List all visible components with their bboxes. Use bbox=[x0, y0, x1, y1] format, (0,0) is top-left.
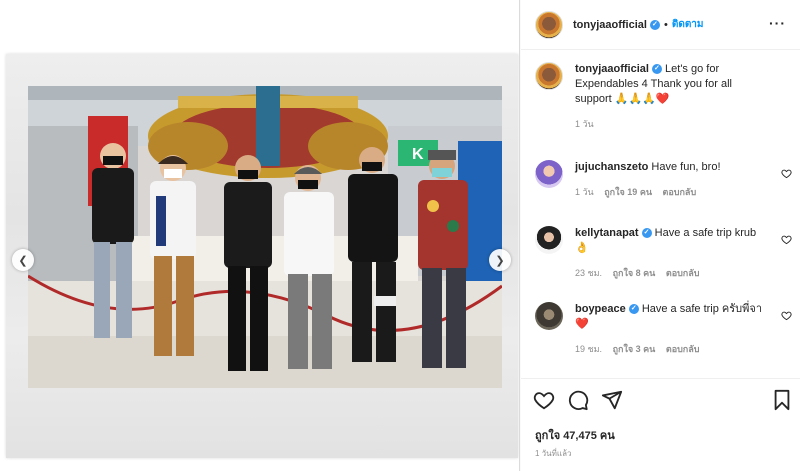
caption: tonyjaaofficial ✓ Let's go for Expendable… bbox=[521, 62, 800, 160]
comment-meta: 19 ชม. ถูกใจ 3 คน ตอบกลับ bbox=[575, 342, 765, 357]
heart-icon[interactable] bbox=[533, 389, 555, 411]
more-options-icon[interactable]: ··· bbox=[769, 15, 786, 31]
comment-time[interactable]: 23 ชม. bbox=[575, 268, 602, 278]
svg-text:K: K bbox=[412, 146, 424, 163]
comment-body: boypeace ✓ Have a safe trip ครับพี่จา ❤️ … bbox=[575, 302, 765, 372]
chevron-right-icon: ❯ bbox=[495, 254, 505, 267]
commenter-avatar[interactable] bbox=[535, 302, 563, 330]
comment-message: Have fun, bro! bbox=[651, 161, 721, 173]
group-photo-illustration: K bbox=[28, 86, 502, 388]
comment-like-heart-icon[interactable] bbox=[781, 168, 792, 179]
comment-body: jujuchanszeto Have fun, bro! 1 วัน ถูกใจ… bbox=[575, 160, 765, 226]
comment-likes[interactable]: ถูกใจ 3 คน bbox=[613, 344, 656, 354]
post-header: tonyjaaofficial ✓ • ติดตาม ··· bbox=[521, 0, 800, 50]
send-icon[interactable] bbox=[601, 389, 623, 411]
comment-body: kellytanapat ✓ Have a safe trip krub 👌 23… bbox=[575, 226, 765, 302]
comment-likes[interactable]: ถูกใจ 8 คน bbox=[613, 268, 656, 278]
polaroid-frame: K bbox=[6, 54, 518, 458]
comment-item: jujuchanszeto Have fun, bro! 1 วัน ถูกใจ… bbox=[521, 160, 800, 226]
reply-button[interactable]: ตอบกลับ bbox=[666, 344, 700, 354]
comment-text: boypeace ✓ Have a safe trip ครับพี่จา ❤️ bbox=[575, 302, 765, 332]
author-username[interactable]: tonyjaaofficial bbox=[573, 19, 647, 31]
verified-badge-icon: ✓ bbox=[649, 19, 660, 30]
comment-item: boypeace ✓ Have a safe trip ครับพี่จา ❤️ … bbox=[521, 302, 800, 372]
reply-button[interactable]: ตอบกลับ bbox=[663, 187, 697, 197]
action-icons-row bbox=[531, 389, 793, 415]
post-side-panel: tonyjaaofficial ✓ • ติดตาม ··· tonyjaaof… bbox=[521, 0, 800, 471]
author-avatar[interactable] bbox=[535, 10, 563, 39]
comment-username[interactable]: boypeace bbox=[575, 303, 626, 315]
commenter-avatar[interactable] bbox=[535, 160, 563, 188]
caption-text: tonyjaaofficial ✓ Let's go for Expendable… bbox=[575, 62, 765, 107]
separator-dot: • bbox=[663, 18, 668, 31]
caption-time[interactable]: 1 วัน bbox=[575, 119, 594, 129]
comment-icon[interactable] bbox=[567, 389, 589, 411]
comment-like-heart-icon[interactable] bbox=[781, 234, 792, 245]
follow-button[interactable]: ติดตาม bbox=[672, 17, 704, 32]
likes-count[interactable]: ถูกใจ 47,475 คน bbox=[535, 426, 615, 444]
caption-meta: 1 วัน bbox=[575, 117, 765, 132]
post-photo[interactable]: K bbox=[28, 86, 502, 388]
post-media-panel: K ❮ ❯ bbox=[0, 0, 520, 471]
next-photo-button[interactable]: ❯ bbox=[489, 249, 511, 271]
comment-time[interactable]: 19 ชม. bbox=[575, 344, 602, 354]
posted-time[interactable]: 1 วันที่แล้ว bbox=[535, 447, 571, 460]
post-actions: ถูกใจ 47,475 คน 1 วันที่แล้ว bbox=[521, 378, 800, 471]
previous-photo-button[interactable]: ❮ bbox=[12, 249, 34, 271]
commenter-avatar[interactable] bbox=[535, 226, 563, 254]
comment-likes[interactable]: ถูกใจ 19 คน bbox=[604, 187, 652, 197]
comment-like-heart-icon[interactable] bbox=[781, 310, 792, 321]
caption-username[interactable]: tonyjaaofficial bbox=[575, 63, 649, 75]
bookmark-icon[interactable] bbox=[771, 389, 793, 411]
verified-badge-icon: ✓ bbox=[641, 228, 652, 239]
comment-text: kellytanapat ✓ Have a safe trip krub 👌 bbox=[575, 226, 765, 256]
verified-badge-icon: ✓ bbox=[628, 304, 639, 315]
verified-badge-icon: ✓ bbox=[651, 64, 662, 75]
comment-meta: 23 ชม. ถูกใจ 8 คน ตอบกลับ bbox=[575, 266, 765, 281]
comment-text: jujuchanszeto Have fun, bro! bbox=[575, 160, 765, 175]
caption-avatar[interactable] bbox=[535, 62, 563, 90]
reply-button[interactable]: ตอบกลับ bbox=[666, 268, 700, 278]
comment-time[interactable]: 1 วัน bbox=[575, 187, 594, 197]
caption-body: tonyjaaofficial ✓ Let's go for Expendable… bbox=[575, 62, 765, 160]
comment-item: kellytanapat ✓ Have a safe trip krub 👌 23… bbox=[521, 226, 800, 302]
comment-username[interactable]: kellytanapat bbox=[575, 227, 639, 239]
comment-meta: 1 วัน ถูกใจ 19 คน ตอบกลับ bbox=[575, 185, 765, 200]
comments-list: tonyjaaofficial ✓ Let's go for Expendable… bbox=[521, 62, 800, 372]
chevron-left-icon: ❮ bbox=[18, 254, 28, 267]
comment-username[interactable]: jujuchanszeto bbox=[575, 161, 648, 173]
